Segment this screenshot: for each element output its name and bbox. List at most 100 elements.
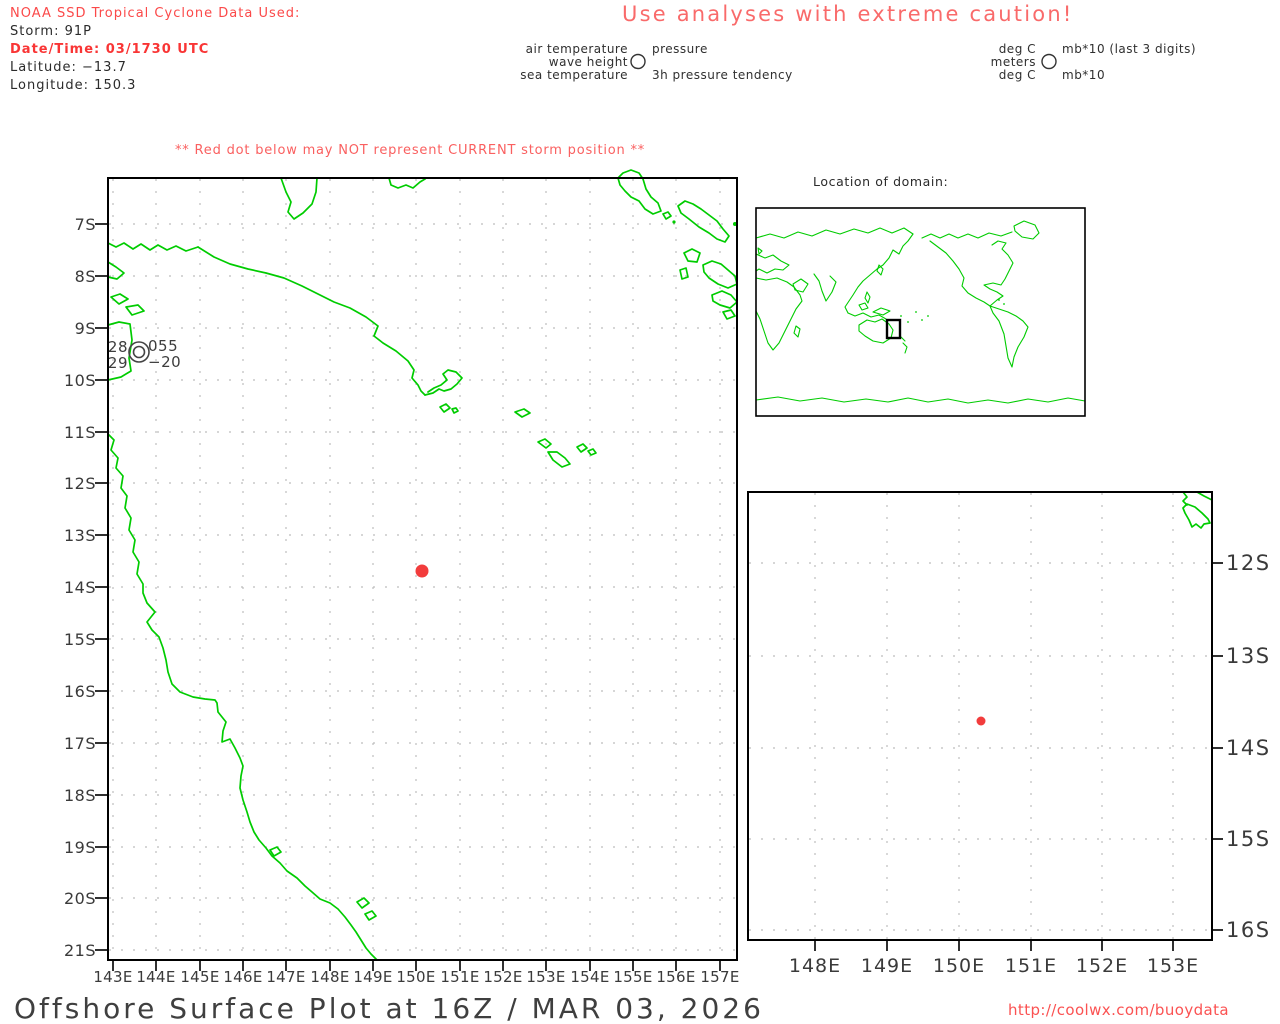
main-lat-label: 11S [63,423,96,442]
zoom-lon-label: 153E [1146,955,1200,977]
coastline-se-asia [847,291,887,320]
coastline-antarctica [755,396,1086,404]
zoom-lat-label: 12S [1226,551,1271,575]
coastline-new-britain-tip [388,177,427,189]
islet-dot [672,220,676,224]
main-lon-label: 156E [656,968,696,986]
main-lon-label: 154E [570,968,610,986]
units-legend-circle [1041,53,1057,70]
main-lon-label: 157E [700,968,740,986]
coastline-milne-bay [424,369,463,396]
main-lat-label: 10S [63,371,96,390]
units-mb10-top: mb*10 (last 3 digits) [1062,42,1197,56]
zoom-map-frame [747,491,1213,941]
station-legend-circle [630,53,646,70]
zoom-lon-label: 151E [1004,955,1058,977]
coastline-png-south [197,246,426,396]
main-lat-label: 16S [63,682,96,701]
header-noaa-line: NOAA SSD Tropical Cyclone Data Used: [10,6,301,21]
zoom-lon-label: 152E [1075,955,1129,977]
main-lat-label: 8S [74,267,96,286]
legend-sea-temperature: sea temperature [520,68,628,82]
main-lon-label: 147E [266,968,306,986]
main-lat-label: 7S [74,215,96,234]
main-lon-label: 153E [526,968,566,986]
coastline-gulf-delta [107,242,199,252]
storm-dot-zoom [976,716,986,726]
main-lat-label: 14S [63,578,96,597]
caution-banner: Use analyses with extreme caution! [622,2,1074,26]
main-lon-label: 143E [93,968,133,986]
main-lon-label: 144E [136,968,176,986]
zoom-lat-label: 14S [1226,736,1271,760]
legend-air-temperature: air temperature [525,42,628,56]
coastline-na-arctic [921,231,1013,239]
main-lon-label: 148E [310,968,350,986]
main-lat-label: 18S [63,786,96,805]
legend-pressure: pressure [652,42,708,56]
zoom-lon-label: 148E [788,955,842,977]
header-datetime-line: Date/Time: 03/1730 UTC [10,42,210,57]
storm-dot-main [415,564,429,578]
coastline-choiseul [677,200,730,243]
units-mb10-bottom: mb*10 [1062,68,1106,82]
main-lat-label: 17S [63,734,96,753]
main-lat-label: 19S [63,838,96,857]
units-deg-c-top: deg C [998,42,1036,56]
coastline-nz [900,336,908,354]
source-url: http://coolwx.com/buoydata [1008,1001,1229,1019]
inset-map-title: Location of domain: [813,174,949,189]
zoom-map-grid [749,493,1211,939]
coastline-milne-islets [439,403,459,414]
coastline-solomons [679,248,738,320]
coastline-louisiade [514,408,597,468]
coastline-south-america [989,305,1029,368]
main-lon-label: 150E [396,968,436,986]
units-deg-c-bottom: deg C [998,68,1036,82]
storm-position-warning: ** Red dot below may NOT represent CURRE… [175,143,646,158]
coastline-fly-river [280,177,318,220]
main-lon-label: 145E [180,968,220,986]
main-lon-label: 155E [613,968,653,986]
coastline-europe [755,253,790,274]
coastline-madagascar [793,325,801,338]
inset-world-map [755,207,1086,417]
zoom-lat-label: 13S [1226,644,1271,668]
pacific-island-dots [900,299,1005,323]
main-lat-label: 13S [63,526,96,545]
zoom-lat-label: 15S [1226,827,1271,851]
coastline-new-guinea [872,307,891,316]
coastline-na-west [929,240,991,307]
zoom-lat-label: 16S [1226,918,1271,942]
main-lat-label: 20S [63,889,96,908]
main-map-ticks [95,223,721,971]
header-latitude-line: Latitude: −13.7 [10,60,127,75]
coastline-uk [757,247,763,255]
main-lat-label: 21S [63,941,96,960]
coastline-arabia [792,278,809,293]
plot-title: Offshore Surface Plot at 16Z / MAR 03, 2… [14,992,764,1024]
legend-wave-height: wave height [548,55,628,69]
header-storm-line: Storm: 91P [10,24,92,39]
station-sea-temp: 29 [107,354,128,372]
zoom-map-coastline [1182,491,1213,529]
units-meters: meters [990,55,1036,69]
main-lon-label: 152E [483,968,523,986]
zoom-map-ticks [814,562,1223,951]
coastline-japan [876,264,884,276]
zoom-lon-label: 150E [932,955,986,977]
coastline-qld-islands [269,846,377,921]
main-lon-label: 146E [223,968,263,986]
coastline-india [813,273,837,302]
header-longitude-line: Longitude: 150.3 [10,78,137,93]
offshore-surface-plot: NOAA SSD Tropical Cyclone Data Used: Sto… [0,0,1280,1024]
main-lat-label: 12S [63,474,96,493]
zoom-lon-label: 149E [860,955,914,977]
station-tendency: −20 [148,353,182,371]
station-plot-symbol [128,341,150,363]
main-lon-label: 149E [353,968,393,986]
main-lon-label: 151E [440,968,480,986]
inset-map-frame [755,207,1086,417]
main-lat-label: 9S [74,319,96,338]
coastline-torres-islands [110,293,145,316]
